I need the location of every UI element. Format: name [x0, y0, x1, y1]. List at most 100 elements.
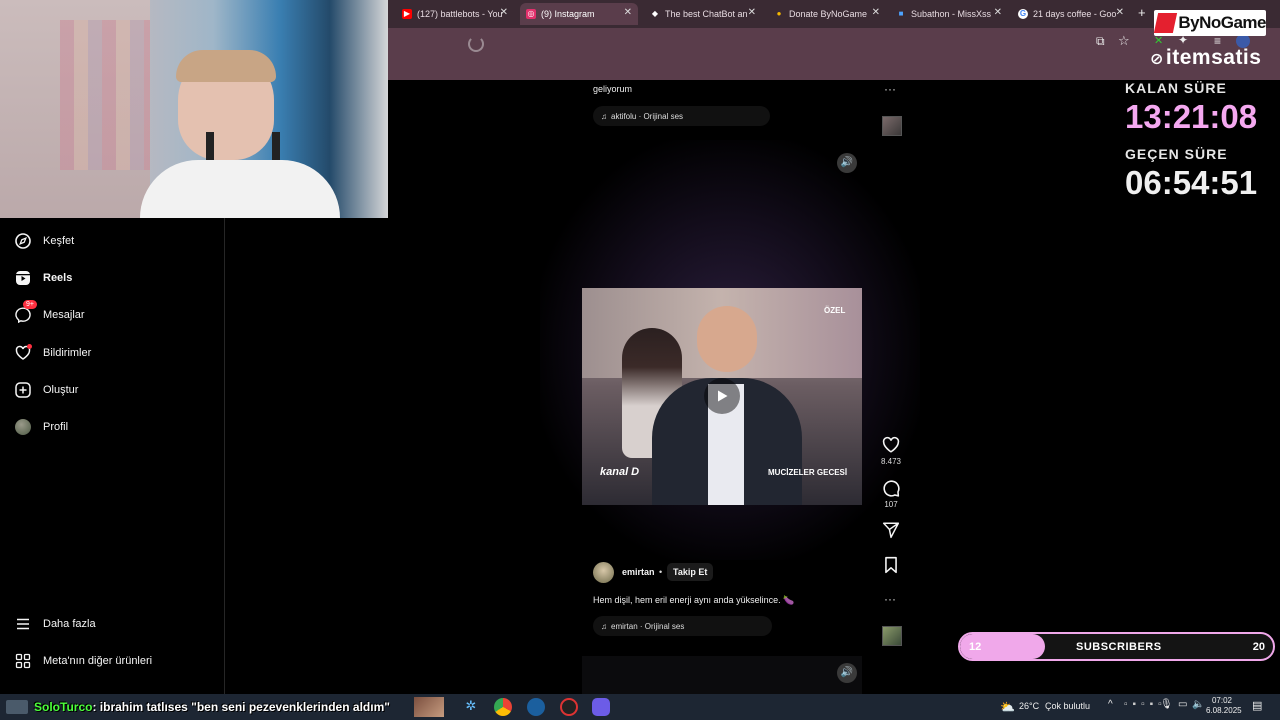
music-note-icon: ♫: [601, 621, 607, 631]
close-icon[interactable]: ✕: [994, 7, 1002, 18]
bookmark-star-icon[interactable]: ☆: [1118, 33, 1130, 49]
elapsed-time-label: GEÇEN SÜRE: [1125, 146, 1228, 162]
bynogame-logo: ByNoGame: [1153, 10, 1266, 36]
new-tab-button[interactable]: +: [1138, 5, 1146, 20]
compass-icon: [14, 232, 32, 250]
subscriber-goal: 20: [1252, 641, 1265, 653]
follow-button[interactable]: Takip Et: [667, 563, 714, 581]
send-icon: [882, 522, 900, 539]
reel-video[interactable]: ÖZEL kanal D MUCİZELER GECESİ: [582, 288, 862, 505]
comment-count: 107: [884, 500, 898, 509]
tab-google[interactable]: G 21 days coffee - Goo ✕: [1012, 3, 1130, 25]
audio-thumbnail[interactable]: [882, 116, 902, 136]
chrome-icon[interactable]: [494, 698, 512, 716]
loading-spinner-icon: [468, 36, 484, 52]
subscriber-label: SUBSCRIBERS: [1076, 641, 1162, 653]
weather-text[interactable]: Çok bulutlu: [1045, 701, 1090, 711]
remaining-time-value: 13:21:08: [1125, 98, 1258, 135]
play-icon: [718, 390, 728, 402]
streamer-shirt: [140, 160, 340, 218]
share-button[interactable]: [882, 521, 900, 539]
snipping-tool-icon[interactable]: ✲: [462, 698, 480, 716]
taskbar-clock[interactable]: 07:02 6.08.2025: [1206, 696, 1242, 716]
audio-thumbnail[interactable]: [882, 626, 902, 646]
sidebar-item-meta[interactable]: Meta'nın diğer ürünleri: [14, 652, 152, 670]
close-icon[interactable]: ✕: [748, 7, 756, 18]
next-reel-preview[interactable]: [582, 656, 862, 694]
author-avatar[interactable]: [593, 562, 614, 583]
tab-instagram[interactable]: ◎ (9) Instagram ✕: [520, 3, 638, 25]
heart-icon: [882, 436, 900, 453]
microphone-icon[interactable]: 🎙: [1160, 699, 1173, 710]
clock-time: 07:02: [1211, 696, 1233, 705]
remaining-time-label: KALAN SÜRE: [1125, 80, 1227, 96]
volume-icon[interactable]: 🔊: [837, 153, 857, 173]
show-title: MUCİZELER GECESİ: [768, 468, 848, 477]
weather-icon: ⛅: [1000, 700, 1015, 714]
bookmark-icon: [885, 556, 897, 574]
donate-icon: ●: [776, 9, 782, 18]
tab-youtube[interactable]: ▶ (127) battlebots - You ✕: [396, 3, 514, 25]
chat-ticker: SoloTurco: ibrahim tatlıses "ben seni pe…: [34, 698, 390, 716]
chevron-up-icon[interactable]: ^: [1108, 699, 1113, 710]
obs-icon[interactable]: [560, 698, 578, 716]
sidebar-item-reels[interactable]: Reels: [14, 269, 72, 287]
play-button[interactable]: [704, 378, 740, 414]
install-app-icon[interactable]: ⧉: [1096, 34, 1105, 49]
sidebar-item-label: Meta'nın diğer ürünleri: [43, 655, 153, 667]
sidebar-item-messages[interactable]: 9+ Mesajlar: [14, 300, 85, 324]
comment-button[interactable]: [882, 479, 900, 497]
more-options-icon[interactable]: ···: [884, 82, 896, 96]
sidebar-item-more[interactable]: Daha fazla: [14, 615, 96, 633]
reel-audio[interactable]: ♫ emirtan · Orijinal ses: [593, 616, 772, 636]
volume-icon[interactable]: 🔊: [837, 663, 857, 683]
taskbar-app-icon[interactable]: [6, 700, 28, 714]
more-options-icon[interactable]: ···: [884, 592, 896, 606]
audio-label: emirtan · Orijinal ses: [611, 621, 685, 631]
like-count: 8.473: [880, 457, 902, 466]
google-icon: G: [1018, 9, 1028, 19]
tab-label: Subathon - MissXss: [911, 9, 992, 19]
sidebar-item-label: Mesajlar: [43, 309, 85, 321]
previous-reel-audio[interactable]: ♫ aktifolu · Orijinal ses: [593, 106, 770, 126]
subathon-icon: ■: [898, 9, 904, 18]
weather-temp[interactable]: 26°C: [1019, 701, 1039, 711]
chat-emote: [414, 697, 444, 717]
speaker-icon[interactable]: 🔈: [1192, 699, 1204, 710]
messenger-icon: 9+: [14, 300, 37, 324]
close-icon[interactable]: ✕: [1116, 7, 1124, 18]
elapsed-time-value: 06:54:51: [1125, 164, 1258, 201]
audio-label: aktifolu · Orijinal ses: [611, 111, 684, 121]
save-button[interactable]: [882, 556, 900, 574]
close-icon[interactable]: ✕: [624, 7, 632, 18]
steam-icon[interactable]: [527, 698, 545, 716]
close-icon[interactable]: ✕: [500, 7, 508, 18]
chat-message: : ibrahim tatlıses "ben seni pezevenkler…: [92, 700, 390, 714]
tab-label: (127) battlebots - You: [417, 9, 503, 19]
webcam-feed: [0, 0, 388, 218]
sidebar-item-profile[interactable]: Profil: [14, 418, 68, 436]
sidebar-item-create[interactable]: Oluştur: [14, 381, 78, 399]
sidebar-item-notifications[interactable]: Bildirimler: [14, 344, 91, 362]
tab-subathon[interactable]: ■ Subathon - MissXss ✕: [890, 3, 1008, 25]
sidebar-item-label: Bildirimler: [43, 347, 92, 359]
tab-label: (9) Instagram: [541, 9, 595, 19]
subscriber-start: 12: [969, 641, 982, 653]
tab-chatbot[interactable]: ◆ The best ChatBot an ✕: [644, 3, 762, 25]
tab-donate[interactable]: ● Donate ByNoGame ✕: [768, 3, 886, 25]
sidebar-item-label: Profil: [43, 421, 69, 433]
close-icon[interactable]: ✕: [872, 7, 880, 18]
discord-icon[interactable]: [592, 698, 610, 716]
like-button[interactable]: [882, 436, 900, 454]
clock-date: 6.08.2025: [1206, 706, 1242, 715]
bynogame-mark: [1153, 13, 1178, 33]
network-icon[interactable]: ▭: [1178, 699, 1187, 710]
sidebar-item-explore[interactable]: Keşfet: [14, 232, 74, 250]
heart-icon: [14, 344, 32, 362]
instagram-icon: ◎: [526, 9, 536, 19]
author-name[interactable]: emirtan: [622, 567, 655, 577]
menu-icon: [14, 615, 32, 633]
tab-label: Donate ByNoGame: [789, 9, 868, 19]
notification-center-icon[interactable]: ▤: [1252, 699, 1262, 712]
address-bar: ⧉ ☆ ✕ ✦ ≡: [388, 28, 1280, 56]
